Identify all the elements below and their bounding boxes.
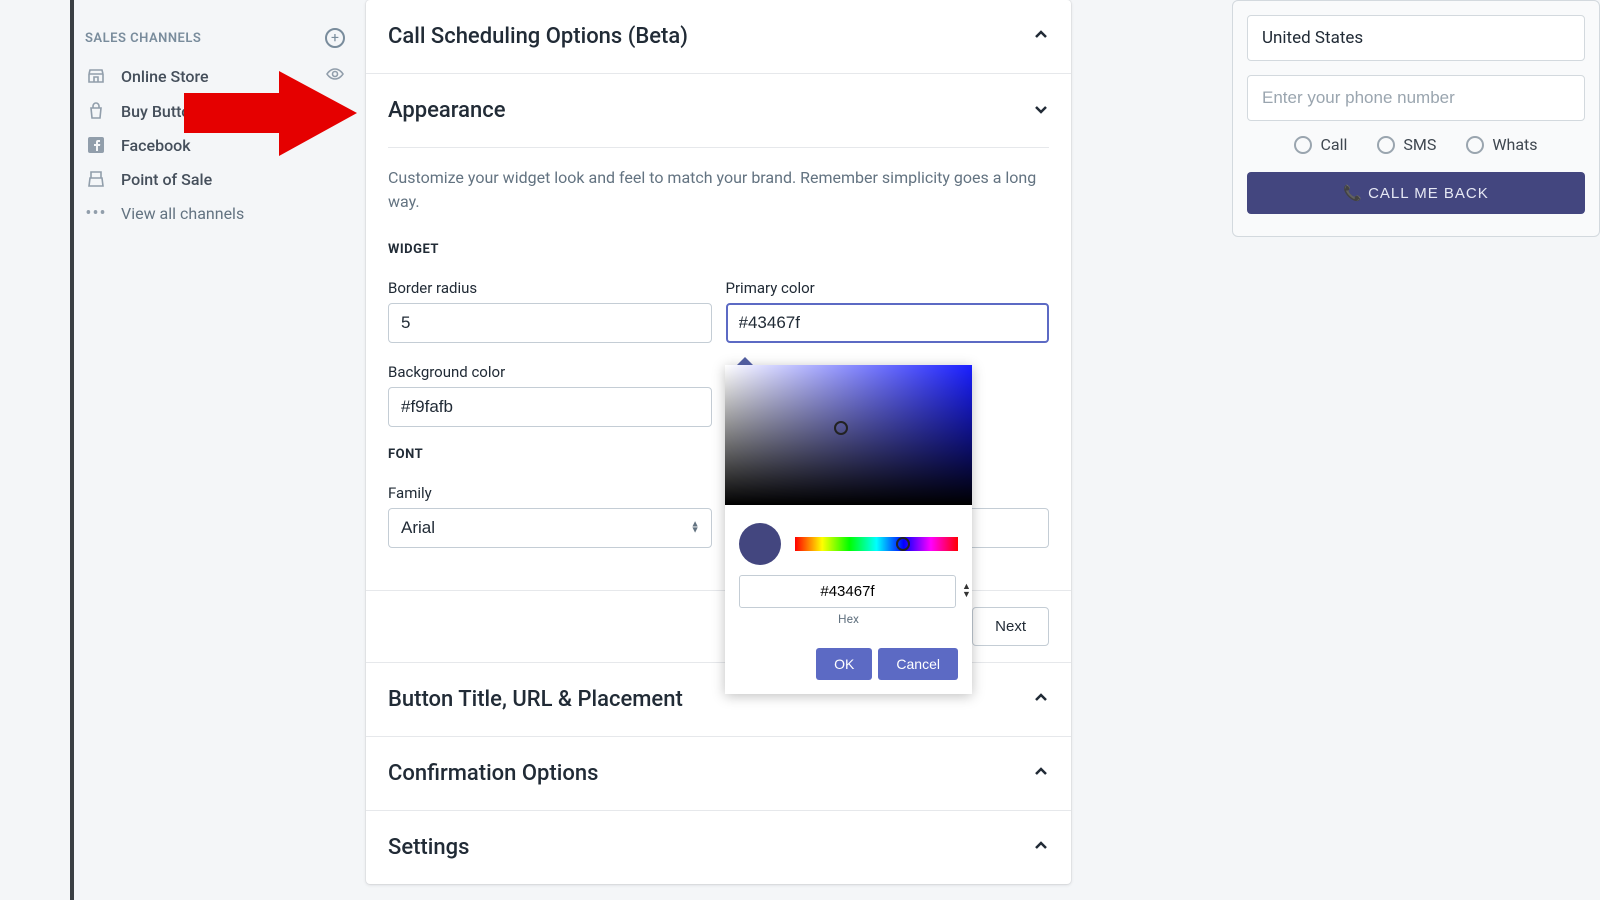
section-title: Call Scheduling Options (Beta) xyxy=(388,24,688,49)
radio-label: Call xyxy=(1320,135,1347,154)
background-color-label: Background color xyxy=(388,363,712,381)
field-border-radius: Border radius xyxy=(388,279,712,343)
format-toggle-icon[interactable]: ▲▼ xyxy=(962,584,971,598)
radio-icon xyxy=(1294,136,1312,154)
annotation-arrow-icon xyxy=(184,71,359,160)
radio-icon xyxy=(1377,136,1395,154)
add-channel-icon[interactable]: + xyxy=(325,28,345,48)
field-font-family: Family ▲▼ xyxy=(388,484,712,548)
chevron-up-icon xyxy=(1033,764,1049,784)
radio-sms[interactable]: SMS xyxy=(1377,135,1436,154)
call-me-back-button[interactable]: 📞 CALL ME BACK xyxy=(1247,172,1585,214)
hex-input[interactable] xyxy=(739,575,956,608)
hue-cursor-icon xyxy=(896,537,910,551)
ok-button[interactable]: OK xyxy=(816,648,872,680)
hex-input-row: ▲▼ xyxy=(725,575,972,612)
section-header-settings[interactable]: Settings xyxy=(366,811,1071,884)
left-rail-divider xyxy=(70,0,74,900)
sidebar-item-point-of-sale[interactable]: Point of Sale xyxy=(85,162,355,196)
section-confirmation: Confirmation Options xyxy=(366,737,1071,811)
sidebar-item-label: Facebook xyxy=(121,136,191,155)
font-family-select[interactable] xyxy=(388,508,712,548)
chevron-up-icon xyxy=(1033,27,1049,47)
widget-group-label: WIDGET xyxy=(388,242,1049,257)
country-value: United States xyxy=(1262,28,1363,48)
saturation-cursor-icon xyxy=(834,421,848,435)
section-title: Button Title, URL & Placement xyxy=(388,687,683,712)
contact-method-radios: Call SMS Whats xyxy=(1247,135,1585,154)
sidebar-title: SALES CHANNELS xyxy=(85,31,201,46)
section-title: Confirmation Options xyxy=(388,761,598,786)
section-title: Settings xyxy=(388,835,469,860)
section-header-call-scheduling[interactable]: Call Scheduling Options (Beta) xyxy=(366,0,1071,73)
picker-mid-row xyxy=(725,505,972,575)
sidebar-item-view-all[interactable]: ••• View all channels xyxy=(85,196,355,230)
color-preview-swatch xyxy=(739,523,781,565)
divider xyxy=(388,147,1049,148)
hex-label: Hex xyxy=(725,612,972,638)
saturation-area[interactable] xyxy=(725,365,972,505)
radio-call[interactable]: Call xyxy=(1294,135,1347,154)
next-button[interactable]: Next xyxy=(972,607,1049,646)
border-radius-input[interactable] xyxy=(388,303,712,343)
pos-icon xyxy=(85,168,107,190)
section-title: Appearance xyxy=(388,98,506,123)
color-picker-popup: ▲▼ Hex OK Cancel xyxy=(725,365,972,694)
sidebar-item-label: Point of Sale xyxy=(121,170,212,189)
bag-icon xyxy=(85,100,107,122)
chevron-up-icon xyxy=(1033,690,1049,710)
primary-color-input[interactable] xyxy=(726,303,1050,343)
background-color-input[interactable] xyxy=(388,387,712,427)
section-settings: Settings xyxy=(366,811,1071,884)
picker-buttons: OK Cancel xyxy=(725,638,972,694)
sidebar-header: SALES CHANNELS + xyxy=(85,28,355,48)
field-primary-color: Primary color xyxy=(726,279,1050,343)
field-background-color: Background color xyxy=(388,363,712,427)
widget-preview: United States Call SMS Whats 📞 CALL ME B… xyxy=(1232,0,1600,237)
radio-label: Whats xyxy=(1492,135,1537,154)
appearance-description: Customize your widget look and feel to m… xyxy=(388,166,1049,214)
radio-icon xyxy=(1466,136,1484,154)
hue-slider[interactable] xyxy=(795,537,958,551)
primary-color-label: Primary color xyxy=(726,279,1050,297)
section-call-scheduling: Call Scheduling Options (Beta) xyxy=(366,0,1071,74)
radio-label: SMS xyxy=(1403,135,1436,154)
select-caret-icon: ▲▼ xyxy=(691,522,700,535)
border-radius-label: Border radius xyxy=(388,279,712,297)
font-family-label: Family xyxy=(388,484,712,502)
chevron-down-icon xyxy=(1033,101,1049,121)
chevron-up-icon xyxy=(1033,838,1049,858)
country-select[interactable]: United States xyxy=(1247,15,1585,61)
facebook-icon xyxy=(85,134,107,156)
sidebar-item-label: View all channels xyxy=(121,204,244,223)
radio-whatsapp[interactable]: Whats xyxy=(1466,135,1537,154)
phone-input[interactable] xyxy=(1247,75,1585,121)
section-header-confirmation[interactable]: Confirmation Options xyxy=(366,737,1071,810)
dots-icon: ••• xyxy=(85,202,107,224)
section-header-appearance[interactable]: Appearance xyxy=(366,74,1071,147)
store-icon xyxy=(85,65,107,87)
popup-arrow-icon xyxy=(737,357,753,365)
cancel-button[interactable]: Cancel xyxy=(878,648,958,680)
